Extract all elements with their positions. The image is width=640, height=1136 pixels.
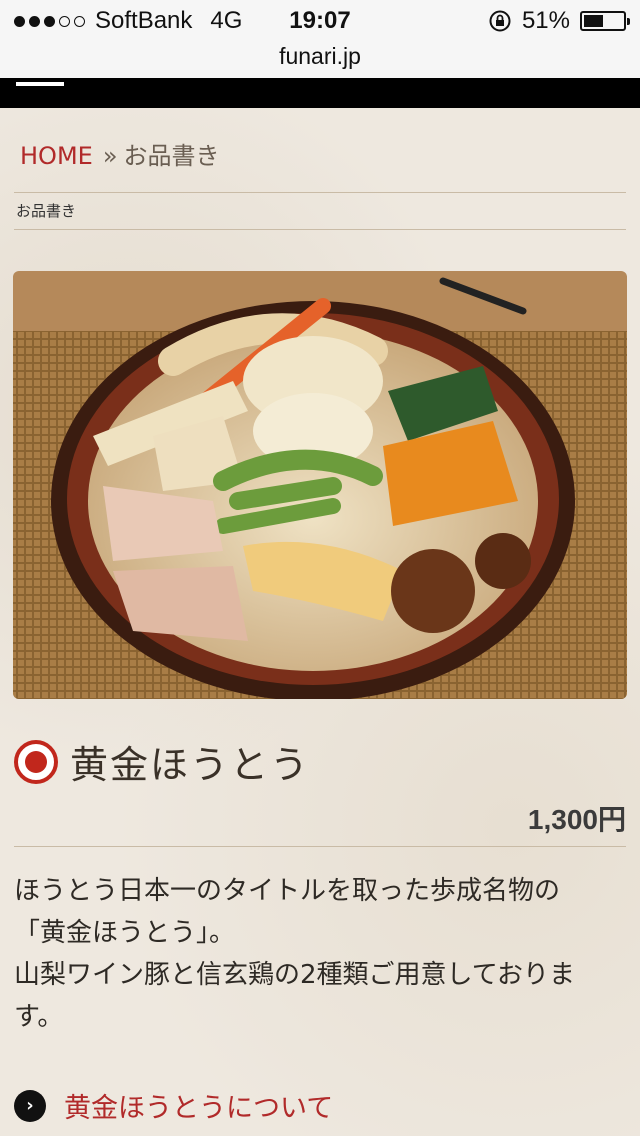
battery-percent: 51% [521, 7, 570, 34]
menu-icon[interactable] [16, 82, 64, 86]
bullet-circle-icon [14, 739, 58, 784]
status-right: 51% [488, 7, 630, 35]
item-title: 黄金ほうとう [14, 734, 310, 789]
rotation-lock-icon [489, 10, 511, 32]
divider [14, 846, 626, 847]
section-heading: お品書き [16, 202, 77, 220]
site-nav-bar [0, 78, 640, 108]
address-bar[interactable]: funari.jp [0, 40, 640, 78]
battery-icon [580, 11, 630, 31]
battery-fill [584, 15, 604, 27]
main-content: HOME» お品書き お品書き 黄金ほうとう 1,300円 ほうとう日本一のタイ… [0, 108, 640, 1136]
breadcrumb-current: お品書き [123, 142, 220, 170]
item-price: 1,300円 [527, 804, 626, 835]
description-line: 「黄金ほうとう」。 [14, 918, 236, 948]
divider [14, 229, 626, 230]
breadcrumb-home-link[interactable]: HOME [20, 142, 93, 170]
url-text: funari.jp [279, 43, 361, 69]
divider [14, 192, 626, 193]
item-description: ほうとう日本一のタイトルを取った歩成名物の 「黄金ほうとう」。 山梨ワイン豚と信… [14, 870, 626, 1038]
about-hoto-link-text: 黄金ほうとうについて [64, 1093, 334, 1124]
description-line: す。 [14, 1002, 64, 1032]
description-line: 山梨ワイン豚と信玄鶏の2種類ご用意しておりま [14, 960, 575, 990]
status-bar: SoftBank 4G 19:07 51% [0, 0, 640, 40]
breadcrumb: HOME » お品書き [20, 136, 220, 171]
breadcrumb-separator: » [102, 142, 118, 170]
description-line: ほうとう日本一のタイトルを取った歩成名物の [14, 876, 561, 906]
item-name: 黄金ほうとう [70, 743, 311, 787]
chevron-right-icon: › [14, 1089, 46, 1122]
about-hoto-link[interactable]: › 黄金ほうとうについて [14, 1086, 333, 1125]
hoto-dish-photo [13, 271, 627, 699]
